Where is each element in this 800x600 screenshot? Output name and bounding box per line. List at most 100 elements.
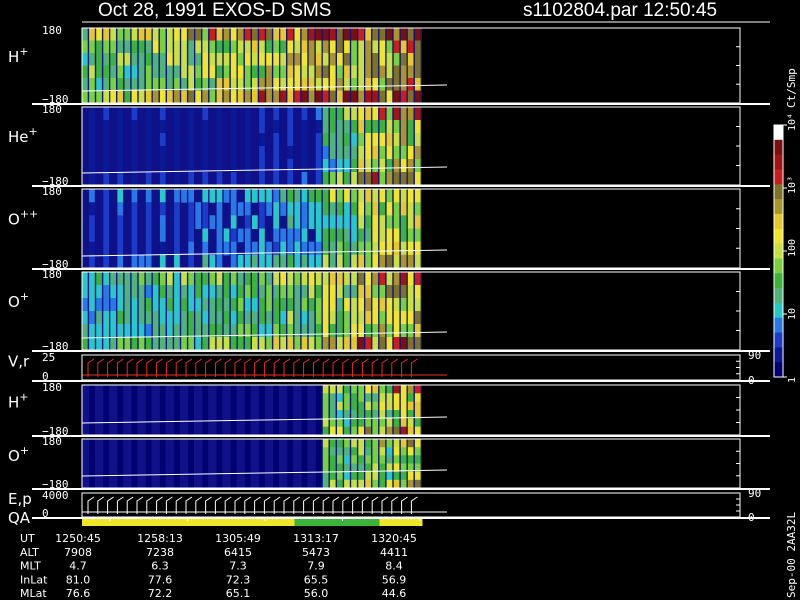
heatmap-cell: [117, 298, 124, 312]
colorbar-segment: [774, 288, 783, 304]
heatmap-cell: [273, 189, 279, 203]
heatmap-cell: [337, 272, 343, 286]
heatmap-cell: [329, 228, 336, 243]
heatmap-cell: [393, 479, 400, 489]
heatmap-cell: [259, 53, 265, 66]
heatmap-cell: [337, 254, 343, 269]
heatmap-cell: [393, 401, 400, 411]
heatmap-cell: [351, 53, 357, 66]
heatmap-cell: [244, 337, 251, 351]
heatmap-cell: [174, 241, 180, 256]
heatmap-cell: [372, 78, 379, 91]
panel-label: He+: [8, 125, 38, 146]
heatmap-cell: [414, 172, 421, 186]
heatmap-cell: [131, 189, 138, 203]
heatmap-cell: [230, 228, 237, 243]
heatmap-cell: [145, 202, 152, 216]
heatmap-cell: [344, 228, 350, 243]
heatmap-cell: [138, 298, 145, 312]
heatmap-cell: [223, 337, 230, 351]
heatmap-cell: [230, 202, 237, 216]
heatmap-cell: [315, 40, 322, 54]
heatmap-cell: [174, 401, 180, 411]
heatmap-cell: [308, 311, 315, 325]
heatmap-cell: [82, 53, 88, 66]
heatmap-cell: [358, 254, 364, 269]
heatmap-cell: [230, 439, 237, 448]
ephemeris-value: 1250:45: [55, 532, 101, 545]
heatmap-cell: [159, 455, 166, 464]
heatmap-cell: [259, 311, 265, 325]
heatmap-cell: [386, 254, 393, 269]
heatmap-cell: [202, 418, 209, 428]
heatmap-cell: [344, 385, 350, 394]
heatmap-cell: [329, 285, 336, 299]
heatmap-cell: [280, 228, 286, 243]
panel-label: O+: [8, 290, 29, 311]
y-tick-label: 4000: [42, 489, 69, 502]
heatmap-cell: [273, 455, 279, 464]
heatmap-cell: [216, 337, 223, 351]
right-tick-label: 90: [748, 349, 761, 362]
heatmap-cell: [407, 455, 414, 464]
heatmap-cell: [301, 455, 308, 464]
heatmap-cell: [400, 28, 407, 41]
heatmap-cell: [117, 241, 124, 256]
heatmap-cell: [174, 90, 180, 104]
heatmap-cell: [344, 455, 350, 464]
heatmap-cell: [273, 215, 279, 229]
heatmap-cell: [294, 189, 301, 203]
heatmap-cell: [159, 337, 166, 351]
heatmap-cell: [202, 311, 209, 325]
heatmap-cell: [117, 215, 124, 229]
heatmap-cell: [174, 426, 180, 436]
heatmap-cell: [400, 215, 407, 229]
heatmap-cell: [244, 254, 251, 269]
heatmap-cell: [117, 401, 124, 411]
heatmap-cell: [287, 337, 294, 351]
heatmap-cell: [315, 228, 322, 243]
heatmap-cell: [188, 254, 194, 269]
heatmap-cell: [386, 159, 393, 173]
heatmap-cell: [145, 401, 152, 411]
heatmap-cell: [329, 65, 336, 79]
heatmap-cell: [266, 90, 272, 104]
heatmap-cell: [188, 439, 194, 448]
heatmap-cell: [315, 215, 322, 229]
heatmap-cell: [230, 285, 237, 299]
colorbar-segment: [774, 243, 783, 259]
heatmap-cell: [393, 285, 400, 299]
heatmap-cell: [400, 311, 407, 325]
heatmap-cell: [358, 78, 364, 91]
heatmap-cell: [322, 463, 329, 473]
heatmap-cell: [89, 120, 95, 134]
heatmap-cell: [414, 146, 421, 160]
heatmap-cell: [294, 324, 301, 338]
heatmap-cell: [252, 254, 258, 269]
heatmap-cell: [230, 311, 237, 325]
ephemeris-value: 65.5: [304, 573, 329, 586]
heatmap-cell: [393, 90, 400, 104]
heatmap-cell: [181, 298, 187, 312]
heatmap-cell: [131, 241, 138, 256]
heatmap-cell: [131, 439, 138, 448]
heatmap-cell: [244, 311, 251, 325]
heatmap-cell: [103, 133, 109, 147]
heatmap-cell: [152, 272, 159, 286]
heatmap-cell: [386, 401, 393, 411]
heatmap-cell: [145, 40, 152, 54]
heatmap-cell: [322, 337, 329, 351]
heatmap-cell: [273, 241, 279, 256]
heatmap-cell: [188, 418, 194, 428]
heatmap-cell: [372, 455, 379, 464]
heatmap-cell: [351, 120, 357, 134]
heatmap-cell: [280, 65, 286, 79]
heatmap-cell: [131, 272, 138, 286]
heatmap-cell: [273, 254, 279, 269]
heatmap-cell: [244, 133, 251, 147]
heatmap-cell: [287, 311, 294, 325]
heatmap-cell: [358, 447, 364, 456]
heatmap-cell: [181, 40, 187, 54]
heatmap-cell: [386, 471, 393, 481]
heatmap-cell: [379, 159, 386, 173]
